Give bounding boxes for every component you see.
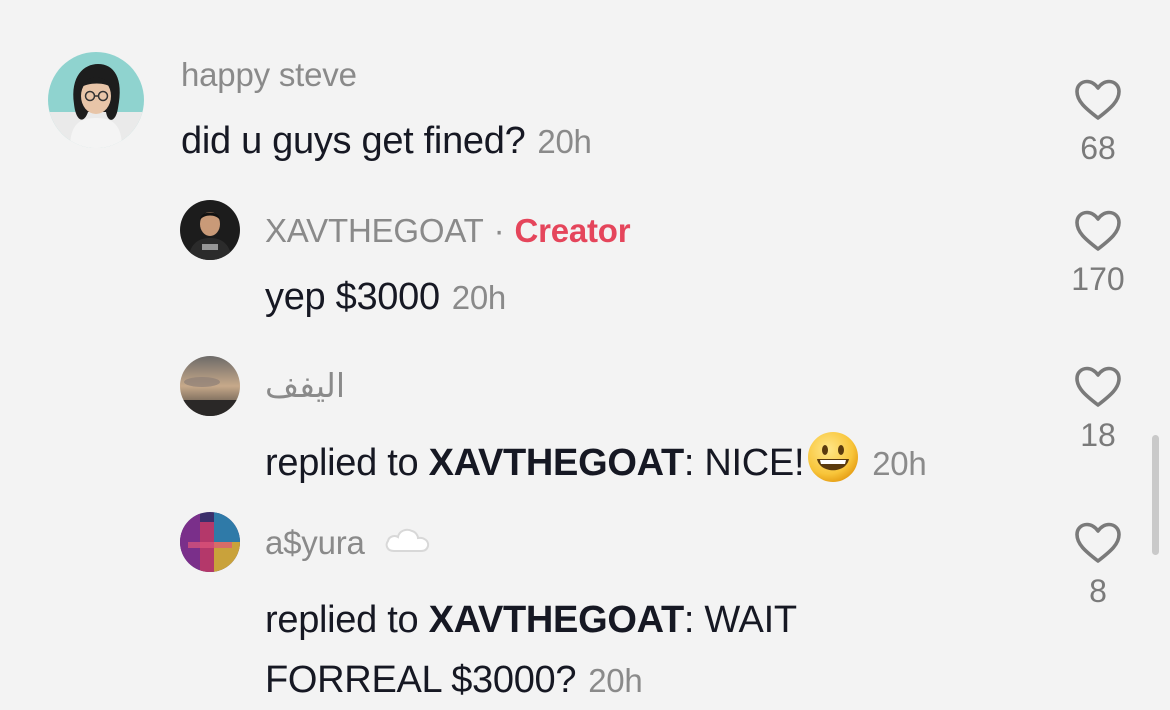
like-button[interactable]: 8 [1068,521,1128,610]
comment-time: 20h [451,279,506,316]
creator-badge: Creator [514,212,631,249]
scrollbar[interactable] [1152,435,1159,555]
comment-text: did u guys get fined? 20h [181,120,592,163]
heart-icon [1075,79,1121,120]
like-button[interactable]: 68 [1068,78,1128,167]
reply-prefix: replied to [265,442,429,485]
avatar[interactable] [180,200,240,260]
smiley-emoji-icon [806,430,860,494]
avatar[interactable] [180,512,240,572]
comment-username: XAVTHEGOAT · Creator [265,212,631,250]
reply-to-username[interactable]: XAVTHEGOAT [429,442,685,484]
like-button[interactable]: 18 [1068,365,1128,454]
comment-username[interactable]: اليفف [265,366,345,405]
avatar[interactable] [180,356,240,416]
comment-body: yep $3000 [265,276,440,318]
comment-text: replied to XAVTHEGOAT: WAIT FORREAL $300… [265,590,797,710]
like-count: 68 [1080,130,1116,166]
heart-icon [1075,366,1121,407]
comments-panel: happy steve did u guys get fined? 20h 68 … [0,0,1170,710]
like-button[interactable]: 170 [1068,209,1128,298]
comment-time: 20h [872,445,927,483]
comment-username[interactable]: happy steve [181,56,357,94]
heart-icon [1075,522,1121,563]
comment-username: a$yura [265,524,432,562]
avatar-photo-girl-icon [48,52,144,148]
heart-icon [1075,210,1121,251]
comment-text: yep $3000 20h [265,276,506,319]
creator-username[interactable]: XAVTHEGOAT [265,212,484,249]
separator-dot: · [493,212,505,249]
cloud-icon [382,524,432,562]
reply-prefix: replied to [265,599,429,641]
comment-body: did u guys get fined? [181,120,526,162]
avatar-photo-colorful-icon [180,512,240,572]
comment-username-text[interactable]: a$yura [265,524,365,561]
comment-body-line1: : WAIT [683,599,797,641]
avatar[interactable] [48,52,144,148]
comment-time: 20h [537,123,592,160]
comment-text: replied to XAVTHEGOAT: NICE! 20h [265,432,927,494]
like-count: 8 [1089,573,1107,609]
avatar-photo-sky-icon [180,356,240,416]
comment-body-line2: FORREAL $3000? [265,659,577,701]
comment-body: : NICE! [683,442,805,485]
avatar-photo-man-icon [180,200,240,260]
comment-time: 20h [588,662,643,699]
reply-to-username[interactable]: XAVTHEGOAT [429,599,685,641]
like-count: 18 [1080,417,1116,453]
like-count: 170 [1071,261,1125,297]
